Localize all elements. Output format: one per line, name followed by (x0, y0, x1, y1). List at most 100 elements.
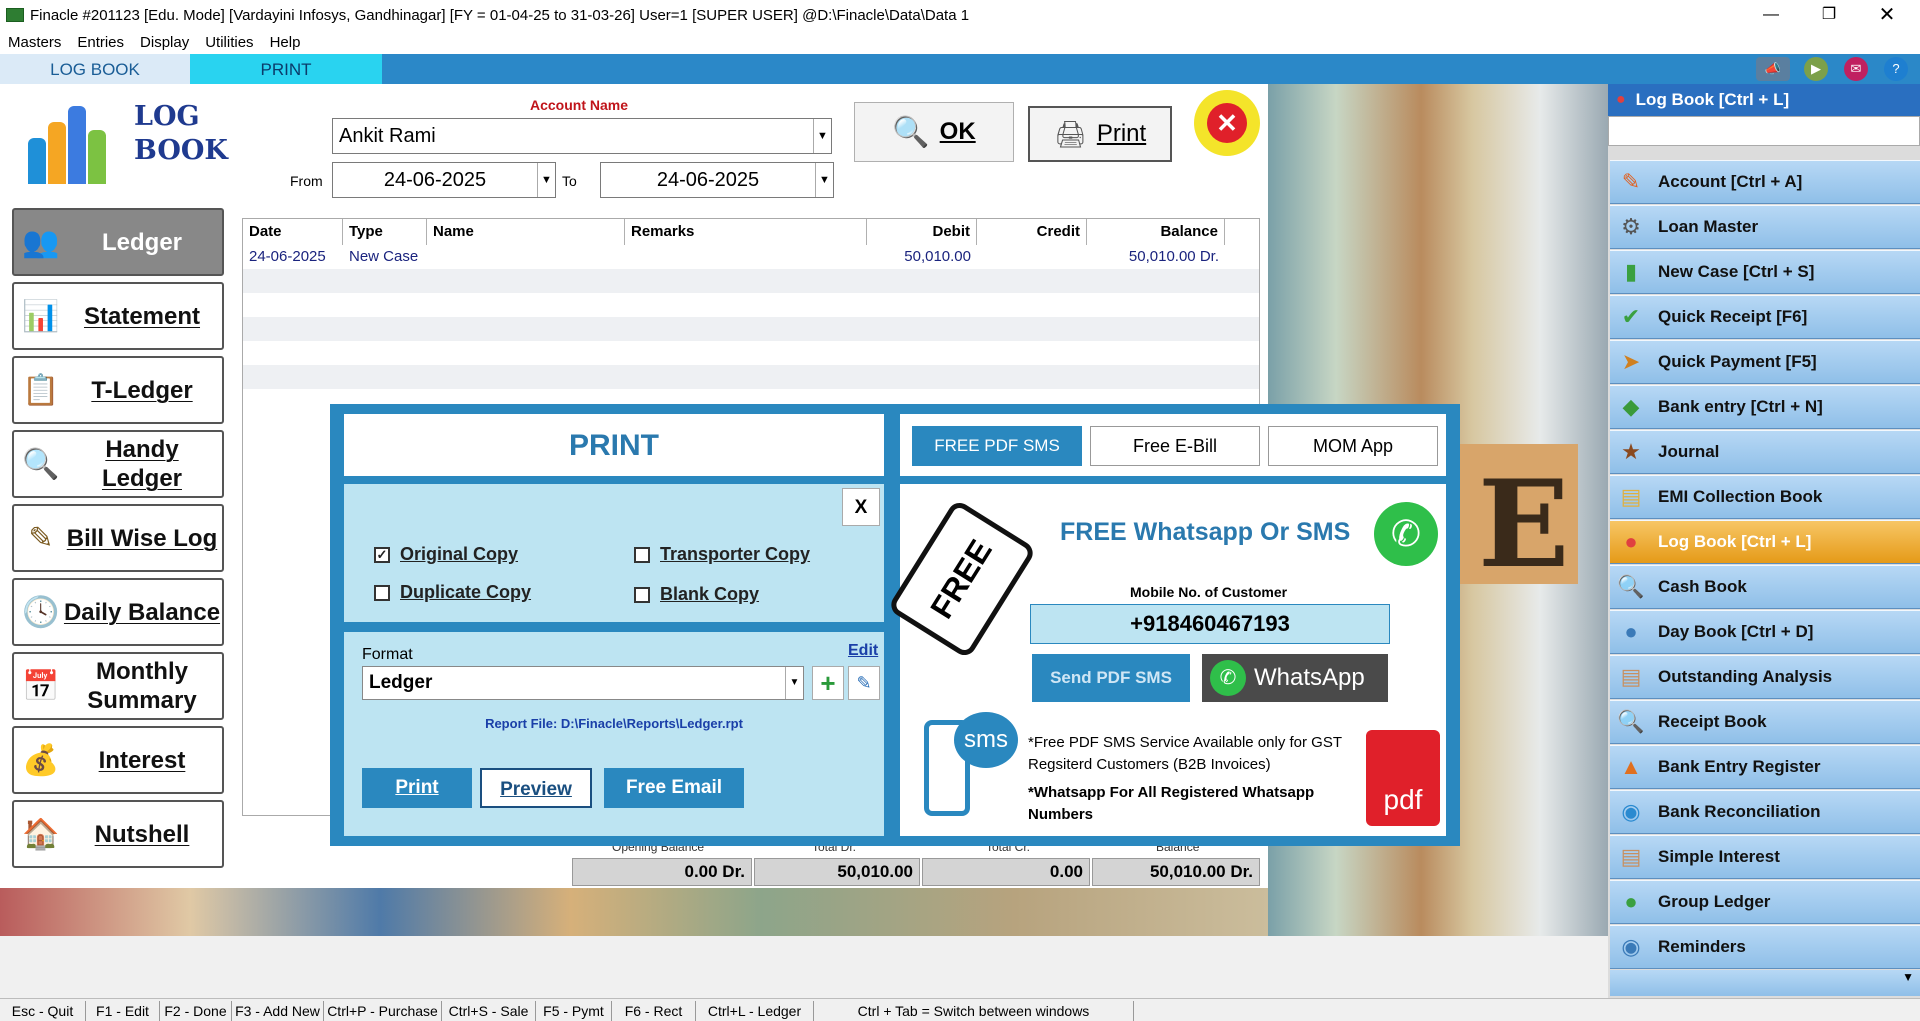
menu-entries[interactable]: Entries (69, 34, 132, 51)
menu-item-log-book-ctrl-l[interactable]: ● Log Book [Ctrl + L] (1610, 520, 1920, 564)
menu-item-cash-book[interactable]: 🔍 Cash Book (1610, 565, 1920, 609)
menu-utilities[interactable]: Utilities (197, 34, 261, 51)
magnifier-icon: 🔍 (22, 447, 60, 481)
free-email-button[interactable]: Free Email (604, 768, 744, 808)
tab-log-book[interactable]: LOG BOOK (0, 54, 190, 84)
nav-ledger[interactable]: 👥 Ledger (12, 208, 224, 276)
nav-monthly-summary[interactable]: 📅 Monthly Summary (12, 652, 224, 720)
col-header-name[interactable]: Name (427, 219, 625, 245)
menu-masters[interactable]: Masters (0, 34, 69, 51)
col-header-type[interactable]: Type (343, 219, 427, 245)
menu-item-day-book-ctrl-d[interactable]: ● Day Book [Ctrl + D] (1610, 610, 1920, 654)
video-icon[interactable]: ▶ (1804, 57, 1828, 81)
chevron-down-icon[interactable]: ▼ (813, 119, 831, 153)
free-sms-panel: FREE FREE Whatsapp Or SMS ✆ Mobile No. o… (886, 484, 1446, 836)
nav-bill-wise-log[interactable]: ✎ Bill Wise Log (12, 504, 224, 572)
chat-icon[interactable]: ✉ (1844, 57, 1868, 81)
free-tag-icon: FREE (886, 498, 1038, 660)
nav-interest[interactable]: 💰 Interest (12, 726, 224, 794)
menu-item-new-case-ctrl-s[interactable]: ▮ New Case [Ctrl + S] (1610, 250, 1920, 294)
nav-daily-balance[interactable]: 🕓 Daily Balance (12, 578, 224, 646)
mobile-number-field[interactable]: +918460467193 (1030, 604, 1390, 644)
menu-item-bank-reconciliation[interactable]: ◉ Bank Reconciliation (1610, 790, 1920, 834)
menu-item-quick-receipt-f6[interactable]: ✔ Quick Receipt [F6] (1610, 295, 1920, 339)
send-pdf-sms-button[interactable]: Send PDF SMS (1032, 654, 1190, 702)
transporter-copy-checkbox[interactable]: Transporter Copy (634, 544, 810, 565)
nav-statement[interactable]: 📊 Statement (12, 282, 224, 350)
whatsapp-button[interactable]: ✆ WhatsApp (1202, 654, 1388, 702)
ok-button[interactable]: 🔍 OK (854, 102, 1014, 162)
right-panel-search[interactable] (1608, 116, 1920, 146)
minimize-button[interactable]: — (1748, 0, 1794, 30)
menu-item-loan-master[interactable]: ⚙ Loan Master (1610, 205, 1920, 249)
report-file-path: Report File: D:\Finacle\Reports\Ledger.r… (485, 716, 743, 731)
currency-background-strip (0, 888, 1268, 936)
account-name-select[interactable]: Ankit Rami ▼ (332, 118, 832, 154)
menu-item-group-ledger[interactable]: ● Group Ledger (1610, 880, 1920, 924)
table-row[interactable]: 24-06-2025 New Case 50,010.00 50,010.00 … (243, 245, 1259, 269)
exit-button[interactable]: ✕ (1194, 90, 1260, 156)
status-f1: F1 - Edit (86, 1001, 160, 1021)
menu-item-account-ctrl-a[interactable]: ✎ Account [Ctrl + A] (1610, 160, 1920, 204)
tab-free-e-bill[interactable]: Free E-Bill (1090, 426, 1260, 466)
scroll-down-icon[interactable]: ▼ (1610, 970, 1920, 996)
nav-nutshell[interactable]: 🏠 Nutshell (12, 800, 224, 868)
restore-button[interactable]: ❐ (1806, 0, 1852, 30)
whatsapp-icon: ✆ (1210, 660, 1246, 696)
menu-item-emi-collection-book[interactable]: ▤ EMI Collection Book (1610, 475, 1920, 519)
sms-note: *Free PDF SMS Service Available only for… (1028, 734, 1342, 773)
to-date-field[interactable]: 24-06-2025 ▼ (600, 162, 834, 198)
preview-button[interactable]: Preview (480, 768, 592, 808)
menu-display[interactable]: Display (132, 34, 197, 51)
menu-item-journal[interactable]: ★ Journal (1610, 430, 1920, 474)
dialog-close-button[interactable]: X (842, 488, 880, 526)
account-name-label: Account Name (530, 97, 629, 113)
emi-book-icon: ▤ (1620, 484, 1642, 509)
sms-phone-icon: sms (924, 712, 1018, 818)
announcement-icon[interactable]: 📣 (1756, 57, 1790, 81)
menu-help[interactable]: Help (262, 34, 309, 51)
tab-mom-app[interactable]: MOM App (1268, 426, 1438, 466)
status-ctrl-l: Ctrl+L - Ledger (696, 1001, 814, 1021)
table-row-empty (243, 269, 1259, 293)
from-date-field[interactable]: 24-06-2025 ▼ (332, 162, 556, 198)
nav-handy-ledger[interactable]: 🔍 Handy Ledger (12, 430, 224, 498)
cash-book-icon: 🔍 (1617, 574, 1645, 599)
duplicate-copy-checkbox[interactable]: Duplicate Copy (374, 582, 531, 603)
status-ctrl-tab: Ctrl + Tab = Switch between windows (814, 1001, 1134, 1021)
menu-item-reminders[interactable]: ◉ Reminders (1610, 925, 1920, 969)
original-copy-checkbox[interactable]: ✓ Original Copy (374, 544, 518, 565)
col-header-remarks[interactable]: Remarks (625, 219, 867, 245)
col-header-date[interactable]: Date (243, 219, 343, 245)
col-header-debit[interactable]: Debit (867, 219, 977, 245)
printer-icon: 🖨 (1053, 118, 1087, 149)
right-panel-header: ● Log Book [Ctrl + L] (1608, 84, 1920, 116)
menu-item-simple-interest[interactable]: ▤ Simple Interest (1610, 835, 1920, 879)
menu-item-bank-entry-register[interactable]: ▲ Bank Entry Register (1610, 745, 1920, 789)
account-icon: ✎ (1621, 169, 1641, 194)
edit-link[interactable]: Edit (848, 642, 878, 660)
total-dr-value: 50,010.00 (754, 858, 920, 886)
close-window-button[interactable]: ✕ (1864, 0, 1910, 30)
menu-item-quick-payment-f5[interactable]: ➤ Quick Payment [F5] (1610, 340, 1920, 384)
chevron-down-icon[interactable]: ▼ (815, 163, 833, 197)
col-header-balance[interactable]: Balance (1087, 219, 1225, 245)
dialog-print-button[interactable]: Print (362, 768, 472, 808)
blank-copy-checkbox[interactable]: Blank Copy (634, 584, 759, 605)
help-icon[interactable]: ? (1884, 57, 1908, 81)
chevron-down-icon[interactable]: ▼ (537, 163, 555, 197)
edit-pencil-icon[interactable]: ✎ (848, 666, 880, 700)
format-select[interactable]: Ledger ▼ (362, 666, 804, 700)
print-button[interactable]: 🖨 Print (1028, 106, 1172, 162)
col-header-credit[interactable]: Credit (977, 219, 1087, 245)
menu-item-bank-entry-ctrl-n[interactable]: ◆ Bank entry [Ctrl + N] (1610, 385, 1920, 429)
add-format-icon[interactable]: + (812, 666, 844, 700)
nav-t-ledger[interactable]: 📋 T-Ledger (12, 356, 224, 424)
tab-free-pdf-sms[interactable]: FREE PDF SMS (912, 426, 1082, 466)
to-label: To (562, 173, 577, 189)
menu-item-receipt-book[interactable]: 🔍 Receipt Book (1610, 700, 1920, 744)
menu-item-outstanding-analysis[interactable]: ▤ Outstanding Analysis (1610, 655, 1920, 699)
status-ctrl-s: Ctrl+S - Sale (442, 1001, 536, 1021)
tab-print[interactable]: PRINT (190, 54, 382, 84)
chevron-down-icon[interactable]: ▼ (785, 667, 803, 699)
